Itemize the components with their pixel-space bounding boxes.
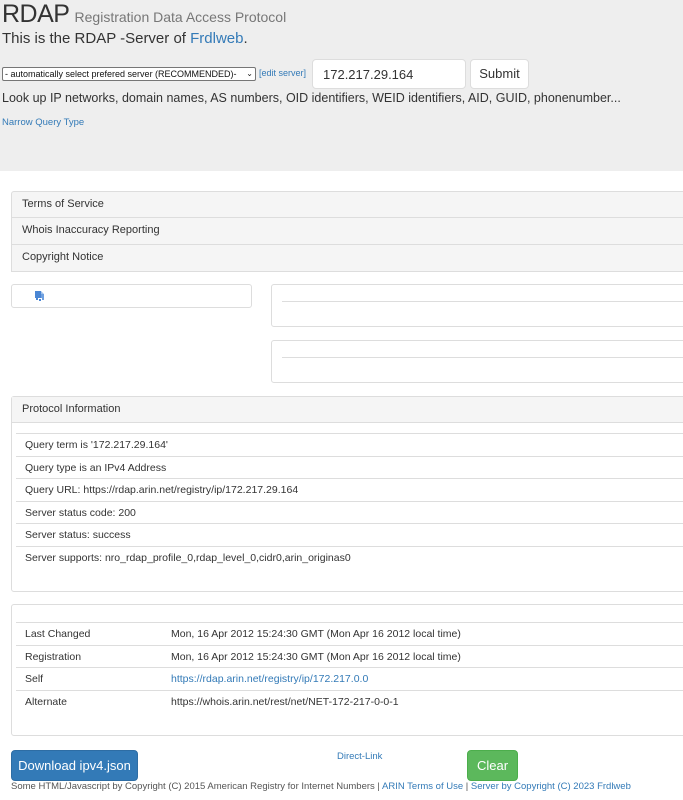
direct-link[interactable]: Direct-Link [337,751,382,762]
arin-terms-link[interactable]: ARIN Terms of Use [382,781,463,792]
row-key: Self [25,673,44,685]
list-item: Server status: success [16,524,683,547]
table-row: Registration Mon, 16 Apr 2012 15:24:30 G… [16,646,683,668]
row-key: Last Changed [25,628,91,640]
page-title: RDAP Registration Data Access Protocol [2,0,286,29]
edit-server-link[interactable]: [edit server] [259,68,306,78]
empty-panel-1 [271,284,683,327]
protocol-information-panel: Protocol Information Query term is '172.… [11,396,683,592]
accordion-terms-of-service[interactable]: Terms of Service [11,191,683,218]
query-input[interactable] [312,59,466,89]
header-jumbotron: RDAP Registration Data Access Protocol T… [0,0,683,171]
broken-image-icon [35,291,44,301]
footer-text: Some HTML/Javascript by Copyright (C) 20… [11,781,382,792]
row-value: https://whois.arin.net/rest/net/NET-172-… [171,695,399,708]
server-select[interactable]: - automatically select prefered server (… [2,67,256,81]
chevron-down-icon: ⌄ [246,69,253,78]
protocol-list: Query term is '172.217.29.164' Query typ… [16,433,683,569]
self-link[interactable]: https://rdap.arin.net/registry/ip/172.21… [171,668,368,690]
table-row: Self https://rdap.arin.net/registry/ip/1… [16,668,683,691]
list-item: Query type is an IPv4 Address [16,457,683,479]
list-item: Query term is '172.217.29.164' [16,434,683,457]
narrow-query-type-link[interactable]: Narrow Query Type [2,117,84,128]
accordion-copyright-notice[interactable]: Copyright Notice [11,245,683,272]
notices-accordion: Terms of Service Whois Inaccuracy Report… [11,191,683,272]
table-row: Alternate https://whois.arin.net/rest/ne… [16,691,683,714]
network-details-panel: Last Changed Mon, 16 Apr 2012 15:24:30 G… [11,604,683,736]
list-item: Server supports: nro_rdap_profile_0,rdap… [25,551,351,564]
image-panel [11,284,252,308]
row-value: Mon, 16 Apr 2012 15:24:30 GMT (Mon Apr 1… [171,650,461,663]
empty-panel-2 [271,340,683,383]
row-value: Mon, 16 Apr 2012 15:24:30 GMT (Mon Apr 1… [171,628,461,640]
accordion-whois-inaccuracy[interactable]: Whois Inaccuracy Reporting [11,218,683,245]
list-item: Query URL: https://rdap.arin.net/registr… [16,479,683,502]
clear-button[interactable]: Clear [467,750,518,781]
panel-divider [282,357,683,358]
row-key: Registration [25,650,82,663]
server-copyright-link[interactable]: Server by Copyright (C) 2023 Frdlweb [471,781,631,792]
submit-button[interactable]: Submit [470,59,529,89]
list-item: Server status code: 200 [16,502,683,524]
intro-suffix: . [243,30,248,47]
title-subtitle: Registration Data Access Protocol [74,9,287,25]
server-select-value: - automatically select prefered server (… [5,69,237,79]
row-key: Alternate [25,695,68,708]
panel-divider [282,301,683,302]
download-json-button[interactable]: Download ipv4.json [11,750,138,781]
protocol-information-heading[interactable]: Protocol Information [12,397,683,423]
details-table: Last Changed Mon, 16 Apr 2012 15:24:30 G… [16,622,683,713]
lookup-hint: Look up IP networks, domain names, AS nu… [2,91,621,105]
footer: Some HTML/Javascript by Copyright (C) 20… [11,781,631,792]
intro-prefix: This is the RDAP -Server of [2,30,191,47]
footer-separator: | [463,781,471,792]
frdlweb-link[interactable]: Frdlweb [190,30,243,47]
intro-text: This is the RDAP -Server of Frdlweb. [2,30,248,47]
title-rdap: RDAP [2,0,70,28]
table-row: Last Changed Mon, 16 Apr 2012 15:24:30 G… [16,623,683,646]
